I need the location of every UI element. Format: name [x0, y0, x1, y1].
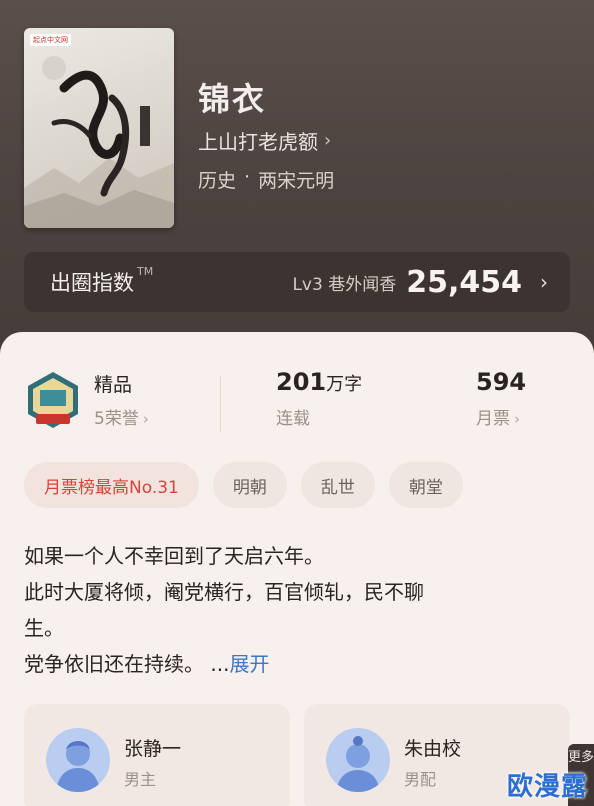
- honors-count: 5荣誉: [94, 409, 139, 429]
- cover-publisher-logo: 起点中文网: [30, 34, 71, 46]
- description-line: 党争依旧还在持续。 ...展开: [24, 646, 544, 682]
- honors-link[interactable]: 5荣誉 ›: [94, 404, 149, 429]
- trademark-mark: TM: [137, 265, 154, 278]
- watermark-text: 欧漫露: [506, 772, 588, 802]
- word-count: 201万字: [276, 368, 362, 396]
- popularity-index-bar[interactable]: 出圈指数 TM Lv3 巷外闻香 25,454 ›: [24, 252, 570, 312]
- chevron-right-icon: ›: [142, 410, 149, 428]
- male-avatar-icon: [326, 728, 390, 792]
- book-title: 锦衣: [198, 80, 267, 118]
- character-role: 男主: [124, 770, 157, 789]
- tag-ming-dynasty[interactable]: 明朝: [212, 462, 287, 508]
- character-name: 朱由校: [404, 738, 462, 760]
- genre-main: 历史: [198, 170, 237, 192]
- male-avatar-icon: [46, 728, 110, 792]
- stats-divider: [220, 376, 221, 432]
- chevron-right-icon: ›: [514, 410, 520, 428]
- serial-status: 连载: [276, 409, 310, 429]
- index-value: 25,454: [406, 264, 522, 300]
- character-name: 张静一: [124, 738, 182, 760]
- character-card[interactable]: 张静一 男主: [24, 704, 290, 806]
- monthly-tickets-label: 月票: [476, 409, 510, 429]
- genre-sub: 两宋元明: [258, 170, 335, 192]
- book-detail-panel: 精品 5荣誉 › 201万字 连载 594 月票 › 月票榜最高No.31 明朝 乱…: [0, 332, 594, 806]
- word-count-unit: 万字: [326, 374, 363, 395]
- description-line: 此时大厦将倾，阉党横行，百官倾轧，民不聊: [24, 580, 424, 604]
- tag-list: 月票榜最高No.31 明朝 乱世 朝堂: [24, 462, 463, 508]
- book-header: 起点中文网 锦衣 上山打老虎额 › 历史 · 两宋元明 出圈指数 TM Lv3 …: [0, 0, 594, 350]
- monthly-tickets-value: 594: [476, 368, 527, 396]
- index-right-group: Lv3 巷外闻香 25,454 ›: [292, 265, 548, 300]
- book-description: 如果一个人不幸回到了天启六年。 此时大厦将倾，阉党横行，百官倾轧，民不聊 生。 …: [24, 538, 544, 682]
- description-ellipsis: ...: [210, 652, 230, 676]
- tag-turbulent-times[interactable]: 乱世: [300, 462, 375, 508]
- description-line: 生。: [24, 616, 64, 640]
- stats-row: 精品 5荣誉 › 201万字 连载 594 月票 ›: [24, 368, 544, 438]
- genre-separator: ·: [244, 166, 251, 188]
- description-text: 党争依旧还在持续。: [24, 652, 204, 676]
- book-cover[interactable]: 起点中文网: [24, 28, 174, 228]
- index-level: Lv3 巷外闻香: [292, 274, 397, 295]
- character-avatar: [326, 728, 390, 792]
- genre-line: 历史 · 两宋元明: [198, 166, 334, 193]
- word-count-value: 201: [276, 368, 327, 396]
- character-avatar: [46, 728, 110, 792]
- author-name: 上山打老虎额: [198, 130, 318, 154]
- index-label: 出圈指数: [50, 271, 134, 295]
- cover-art-icon: [24, 56, 174, 228]
- chevron-right-icon: ›: [324, 130, 332, 151]
- author-link[interactable]: 上山打老虎额 ›: [198, 126, 331, 155]
- expand-link[interactable]: 展开: [229, 652, 269, 676]
- tag-rank[interactable]: 月票榜最高No.31: [24, 462, 199, 508]
- quality-title: 精品: [94, 374, 133, 396]
- monthly-tickets-link[interactable]: 月票 ›: [476, 404, 520, 429]
- quality-badge-icon[interactable]: [24, 370, 82, 432]
- description-line: 如果一个人不幸回到了天启六年。: [24, 544, 324, 568]
- index-label-group: 出圈指数 TM: [50, 265, 154, 297]
- tag-imperial-court[interactable]: 朝堂: [388, 462, 463, 508]
- chevron-right-icon: ›: [540, 270, 548, 294]
- character-role: 男配: [404, 770, 437, 789]
